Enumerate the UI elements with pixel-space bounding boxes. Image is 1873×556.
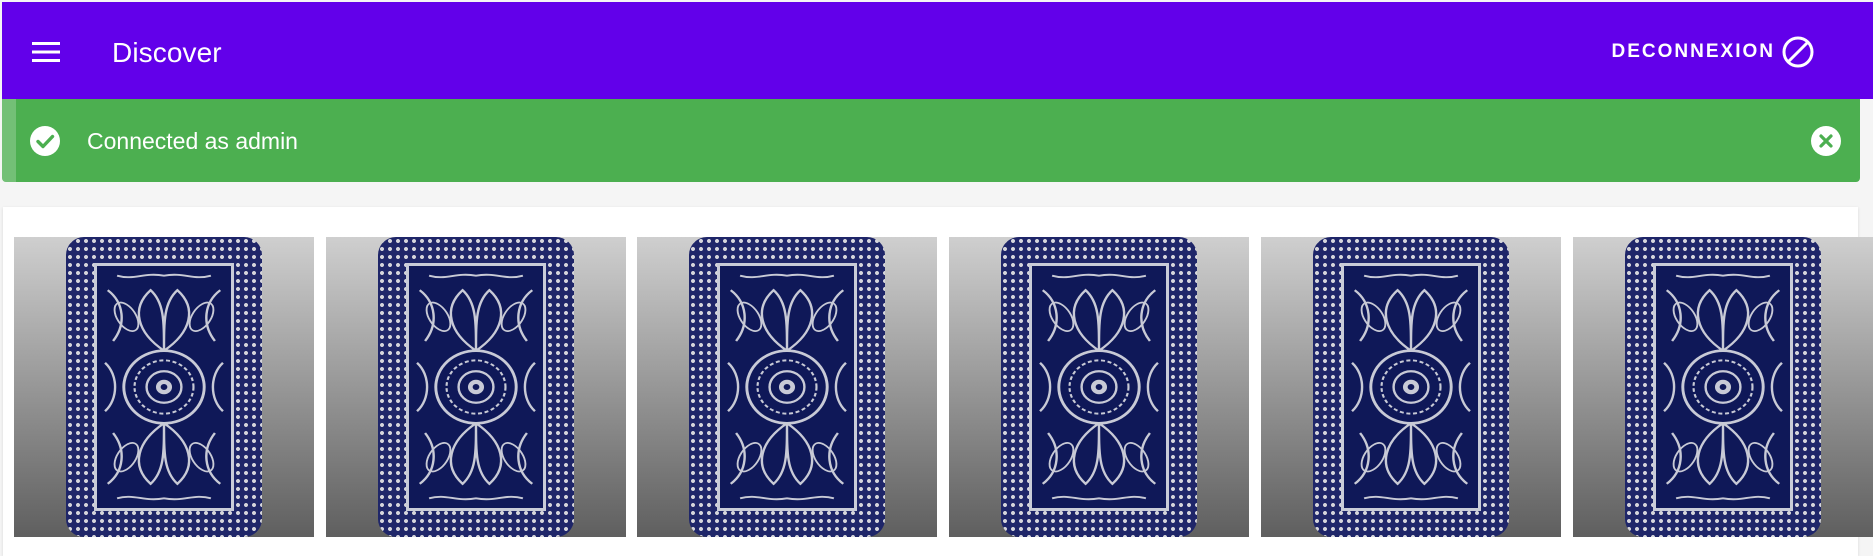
card-slot[interactable]: [326, 237, 626, 537]
check-circle-icon: [29, 125, 61, 157]
alert-message: Connected as admin: [87, 128, 298, 154]
card-slot[interactable]: [14, 237, 314, 537]
alert-close-button[interactable]: [1810, 125, 1842, 157]
card-back-image: [1313, 237, 1509, 537]
logout-label: DECONNEXION: [1611, 41, 1775, 62]
card-slot[interactable]: [637, 237, 937, 537]
card-slot[interactable]: [1573, 237, 1873, 537]
menu-button[interactable]: [20, 26, 72, 78]
alert-accent-bar: [2, 99, 16, 182]
menu-icon: [32, 42, 60, 62]
card-back-image: [689, 237, 885, 537]
success-alert: Connected as admin: [2, 99, 1860, 182]
card-back-image: [1001, 237, 1197, 537]
block-icon: [1781, 35, 1815, 69]
card-back-image: [378, 237, 574, 537]
app-bar: Discover DECONNEXION: [2, 2, 1873, 99]
card-back-image: [1625, 237, 1821, 537]
page-title: Discover: [112, 37, 222, 68]
card-slot[interactable]: [949, 237, 1249, 537]
card-slot[interactable]: [1261, 237, 1561, 537]
logout-button[interactable]: DECONNEXION: [1612, 32, 1815, 72]
card-back-image: [66, 237, 262, 537]
close-circle-icon: [1811, 126, 1841, 156]
